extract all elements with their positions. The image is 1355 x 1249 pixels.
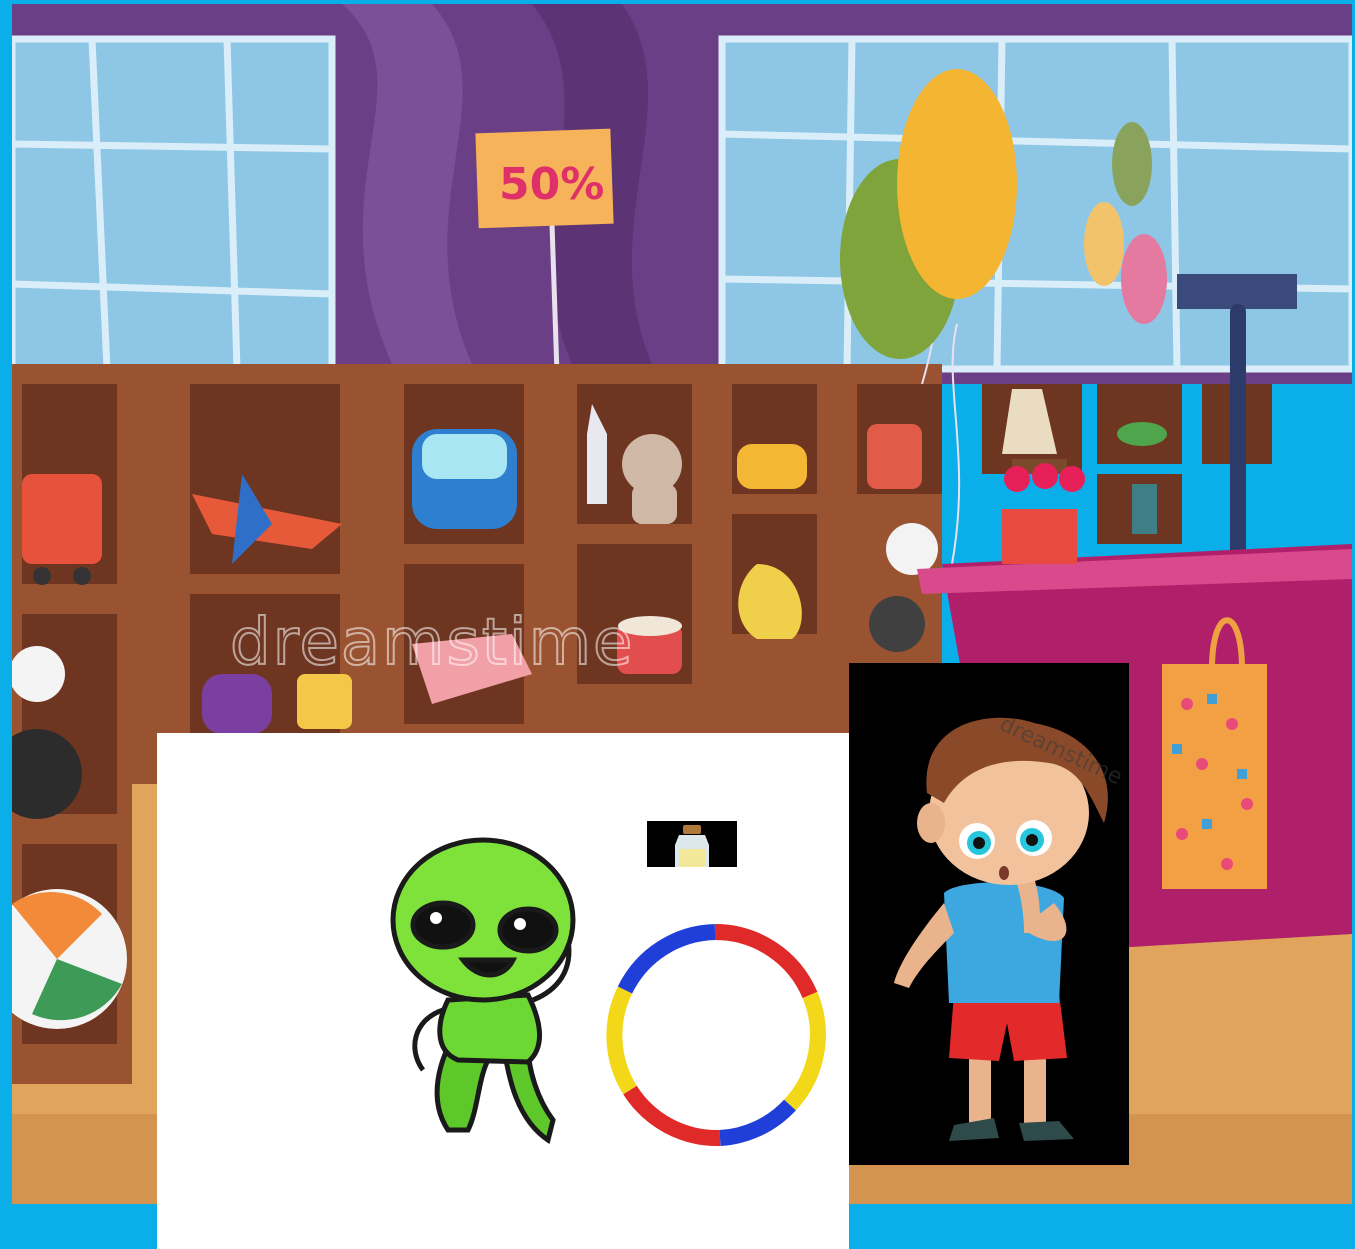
background-watermark: dreamstime xyxy=(230,606,634,680)
right-window xyxy=(718,35,1352,373)
character-panel: dreamstime xyxy=(849,663,1129,1165)
alien-sprite[interactable] xyxy=(388,830,583,1155)
boy-character[interactable]: dreamstime xyxy=(849,663,1129,1165)
hula-hoop-sprite[interactable] xyxy=(600,920,830,1150)
left-window xyxy=(12,35,336,373)
sale-sign-label: 50% xyxy=(499,159,604,210)
bottle-sprite[interactable] xyxy=(647,821,737,867)
